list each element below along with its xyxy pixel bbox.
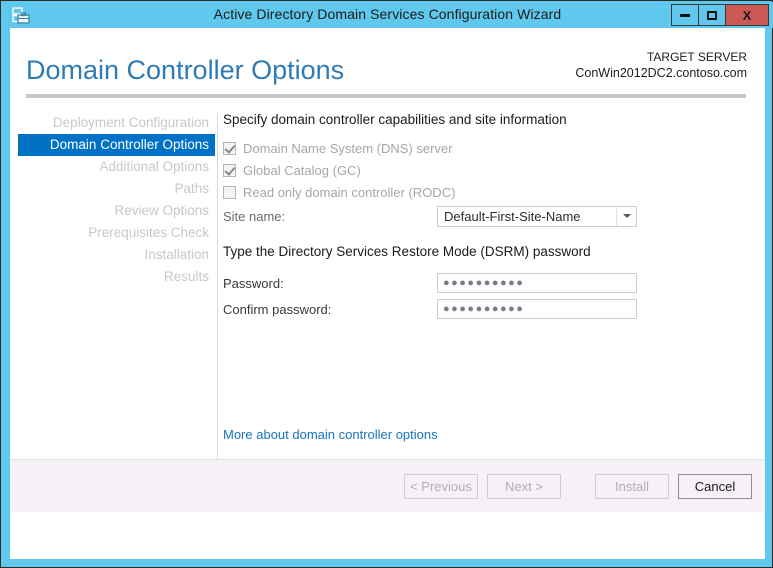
- confirm-password-input[interactable]: ●●●●●●●●●●: [437, 299, 637, 319]
- global-catalog-checkbox[interactable]: [223, 164, 236, 177]
- client-area: Domain Controller Options TARGET SERVER …: [10, 28, 765, 559]
- site-name-label: Site name:: [223, 208, 286, 224]
- password-row: Password: ●●●●●●●●●●: [223, 272, 753, 294]
- checkbox-row-rodc[interactable]: Read only domain controller (RODC): [223, 183, 753, 202]
- wizard-steps-nav: Deployment Configuration Domain Controll…: [10, 112, 215, 288]
- sidebar-item-additional-options[interactable]: Additional Options: [10, 156, 215, 178]
- confirm-password-row: Confirm password: ●●●●●●●●●●: [223, 298, 753, 320]
- maximize-icon: [707, 10, 717, 20]
- sidebar-item-review-options[interactable]: Review Options: [10, 200, 215, 222]
- checkbox-row-dns[interactable]: Domain Name System (DNS) server: [223, 139, 753, 158]
- password-label: Password:: [223, 275, 284, 291]
- dns-server-checkbox[interactable]: [223, 142, 236, 155]
- target-server-label: TARGET SERVER: [646, 50, 747, 64]
- content-panel: Specify domain controller capabilities a…: [223, 112, 753, 320]
- target-server-block: TARGET SERVER ConWin2012DC2.contoso.com: [575, 49, 747, 81]
- cancel-button[interactable]: Cancel: [678, 474, 752, 499]
- capabilities-heading: Specify domain controller capabilities a…: [223, 112, 567, 127]
- sidebar-item-prerequisites-check[interactable]: Prerequisites Check: [10, 222, 215, 244]
- sidebar-divider: [217, 113, 218, 509]
- global-catalog-label: Global Catalog (GC): [243, 163, 361, 178]
- more-about-domain-controller-options-link[interactable]: More about domain controller options: [223, 427, 438, 442]
- sidebar-item-installation[interactable]: Installation: [10, 244, 215, 266]
- minimize-icon: [680, 13, 690, 17]
- sidebar-item-paths[interactable]: Paths: [10, 178, 215, 200]
- site-name-value: Default-First-Site-Name: [444, 208, 581, 224]
- site-name-row: Site name: Default-First-Site-Name: [223, 205, 753, 227]
- wizard-window: Active Directory Domain Services Configu…: [0, 0, 773, 568]
- title-bar: Active Directory Domain Services Configu…: [2, 2, 773, 28]
- chevron-down-icon[interactable]: [616, 206, 636, 226]
- checkbox-row-global-catalog[interactable]: Global Catalog (GC): [223, 161, 753, 180]
- sidebar-item-results[interactable]: Results: [10, 266, 215, 288]
- footer-bar: < Previous Next > Install Cancel: [10, 460, 765, 512]
- password-input[interactable]: ●●●●●●●●●●: [437, 273, 637, 293]
- rodc-label: Read only domain controller (RODC): [243, 185, 456, 200]
- sidebar-item-deployment-configuration[interactable]: Deployment Configuration: [10, 112, 215, 134]
- install-button[interactable]: Install: [595, 474, 669, 499]
- sidebar-item-domain-controller-options[interactable]: Domain Controller Options: [18, 134, 215, 156]
- rodc-checkbox[interactable]: [223, 186, 236, 199]
- header-divider: [26, 94, 746, 98]
- target-server-name: ConWin2012DC2.contoso.com: [575, 66, 747, 80]
- confirm-password-label: Confirm password:: [223, 301, 332, 317]
- previous-button[interactable]: < Previous: [404, 474, 478, 499]
- minimize-button[interactable]: [671, 4, 699, 26]
- window-title: Active Directory Domain Services Configu…: [213, 6, 562, 22]
- close-button[interactable]: X: [725, 4, 769, 26]
- next-button[interactable]: Next >: [487, 474, 561, 499]
- window-controls: X: [671, 4, 769, 26]
- maximize-button[interactable]: [698, 4, 726, 26]
- site-name-dropdown[interactable]: Default-First-Site-Name: [437, 205, 637, 227]
- page-title: Domain Controller Options: [26, 55, 345, 85]
- dsrm-heading: Type the Directory Services Restore Mode…: [223, 244, 591, 259]
- dns-server-label: Domain Name System (DNS) server: [243, 141, 453, 156]
